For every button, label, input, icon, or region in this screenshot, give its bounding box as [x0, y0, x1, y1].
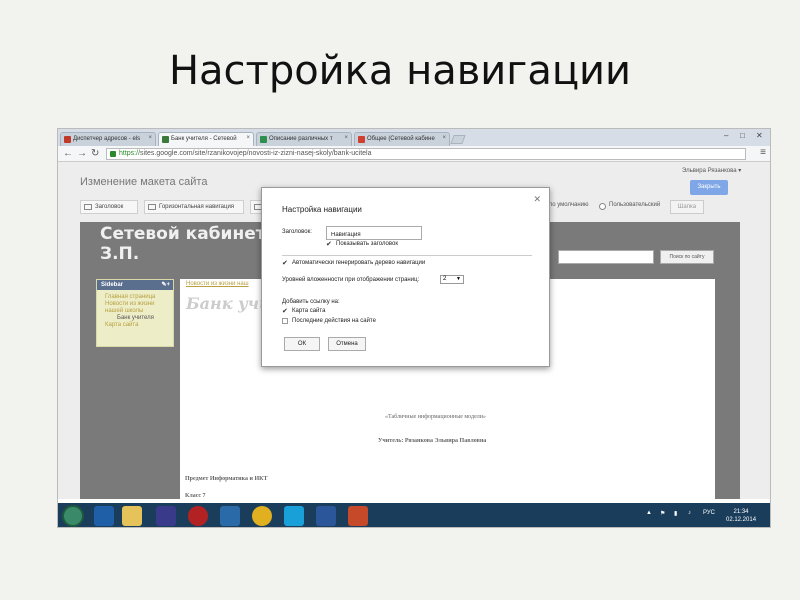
tab-bar: Диспетчер адресов - els × Банк учителя -…	[58, 129, 770, 146]
tab-general[interactable]: Общее (Сетевой кабине ×	[354, 132, 450, 146]
body-table-model: «Табличные информационные модели»	[385, 414, 486, 420]
heading-label: Заголовок:	[282, 229, 312, 235]
close-icon[interactable]: ×	[148, 135, 152, 141]
sidebar-heading: Sidebar ✎+	[97, 280, 173, 290]
navigation-settings-dialog: Настройка навигации ✕ Заголовок: ✔ Показ…	[261, 187, 550, 367]
close-icon[interactable]: ×	[442, 135, 446, 141]
tab-description[interactable]: Описание различных т ×	[256, 132, 352, 146]
sidebar-link-news-2[interactable]: нашей школы	[97, 308, 173, 315]
maximize-icon[interactable]: □	[740, 131, 745, 140]
recent-activity-checkbox[interactable]	[282, 318, 288, 324]
close-icon[interactable]: ×	[246, 135, 250, 141]
sitemap-label: Карта сайта	[292, 308, 326, 314]
site-search-input[interactable]	[558, 250, 654, 264]
tab-address-manager[interactable]: Диспетчер адресов - els ×	[60, 132, 156, 146]
chevron-down-icon: ▼	[456, 276, 461, 282]
close-icon[interactable]: ✕	[533, 194, 541, 205]
add-link-label: Добавить ссылку на:	[282, 299, 340, 305]
sidebar[interactable]: Sidebar ✎+ Главная страница Новости из ж…	[96, 279, 174, 347]
nesting-select[interactable]: 2 ▼	[440, 275, 464, 284]
body-teacher: Учитель: Рязанкова Эльвира Павловна	[378, 438, 487, 444]
body-subject: Предмет Информатика и ИКТ	[185, 476, 268, 482]
start-button[interactable]	[62, 505, 84, 527]
edit-icon[interactable]: ✎+	[161, 280, 170, 290]
body-grade: Класс 7	[185, 493, 206, 499]
slide-title: Настройка навигации	[168, 48, 632, 94]
page-title: Изменение макета сайта	[80, 176, 208, 188]
clock[interactable]: 21:34 02.12.2014	[726, 508, 756, 524]
sidebar-link-home[interactable]: Главная страница	[97, 294, 173, 301]
radio-custom[interactable]	[599, 203, 606, 210]
breadcrumb[interactable]: Новости из жизни наш	[186, 281, 249, 287]
tray-arrow-icon[interactable]: ▲	[646, 510, 652, 516]
sidebar-link-news[interactable]: Новости из жизни	[97, 301, 173, 308]
menu-icon[interactable]: ≡	[760, 147, 766, 158]
gmail-icon	[64, 136, 71, 143]
lock-icon	[110, 151, 116, 157]
tab-teacher-bank[interactable]: Банк учителя - Сетевой ×	[158, 132, 254, 146]
power-icon[interactable]	[188, 506, 208, 526]
new-tab-button[interactable]	[450, 135, 466, 144]
ok-button[interactable]: ОК	[284, 337, 320, 351]
close-window-icon[interactable]: ✕	[756, 131, 763, 140]
horizontal-nav-button[interactable]: Горизонтальная навигация	[144, 200, 244, 214]
page-icon	[358, 136, 365, 143]
network-icon[interactable]: ▮	[674, 510, 677, 517]
minimize-icon[interactable]: –	[724, 131, 728, 140]
language-indicator[interactable]: РУС	[703, 510, 715, 516]
header-settings-button[interactable]: Шапка	[670, 200, 704, 214]
default-label: по умолчанию	[549, 202, 589, 208]
sites-icon	[162, 136, 169, 143]
flag-icon[interactable]: ⚑	[660, 510, 665, 517]
nav-icon	[148, 204, 156, 210]
address-toolbar: ← → ↻ https://sites.google.com/site/rzan…	[58, 146, 770, 162]
explorer-icon[interactable]	[122, 506, 142, 526]
user-name[interactable]: Эльвира Рязанкова ▾	[682, 167, 741, 174]
nesting-label: Уровней вложенности при отображении стра…	[282, 277, 420, 283]
cancel-button[interactable]: Отмена	[328, 337, 366, 351]
app-icon[interactable]	[156, 506, 176, 526]
taskbar: ▲ ⚑ ▮ ♪ РУС 21:34 02.12.2014	[58, 503, 770, 527]
back-icon[interactable]: ←	[63, 148, 73, 160]
auto-generate-label: Автоматически генерировать дерево навига…	[292, 260, 426, 266]
sites-icon	[260, 136, 267, 143]
app-icon[interactable]	[220, 506, 240, 526]
skype-icon[interactable]	[284, 506, 304, 526]
sidebar-link-teacher-bank[interactable]: Банк учителя	[97, 315, 173, 322]
chrome-icon[interactable]	[252, 506, 272, 526]
close-icon[interactable]: ×	[344, 135, 348, 141]
address-bar[interactable]: https://sites.google.com/site/rzanikovoj…	[106, 148, 746, 160]
header-button[interactable]: Заголовок	[80, 200, 138, 214]
sitemap-checkbox[interactable]: ✔	[282, 308, 289, 315]
forward-icon[interactable]: →	[77, 148, 87, 160]
header-icon	[84, 204, 92, 210]
auto-generate-checkbox[interactable]: ✔	[282, 260, 289, 267]
show-heading-checkbox[interactable]: ✔	[326, 241, 333, 248]
close-layout-button[interactable]: Закрыть	[690, 180, 728, 195]
ie-icon[interactable]	[94, 506, 114, 526]
sidebar-link-sitemap[interactable]: Карта сайта	[97, 322, 173, 329]
reload-icon[interactable]: ↻	[91, 148, 99, 160]
divider	[282, 255, 532, 256]
volume-icon[interactable]: ♪	[688, 510, 691, 516]
heading-input[interactable]	[326, 226, 422, 240]
site-search-button[interactable]: Поиск по сайту	[660, 250, 714, 264]
site-title: Сетевой кабинет З.П.	[100, 224, 266, 264]
custom-label: Пользовательский	[609, 202, 661, 208]
word-icon[interactable]	[316, 506, 336, 526]
show-heading-label: Показывать заголовок	[336, 241, 398, 247]
dialog-title: Настройка навигации	[282, 205, 362, 214]
recent-activity-label: Последние действия на сайте	[292, 318, 376, 324]
powerpoint-icon[interactable]	[348, 506, 368, 526]
